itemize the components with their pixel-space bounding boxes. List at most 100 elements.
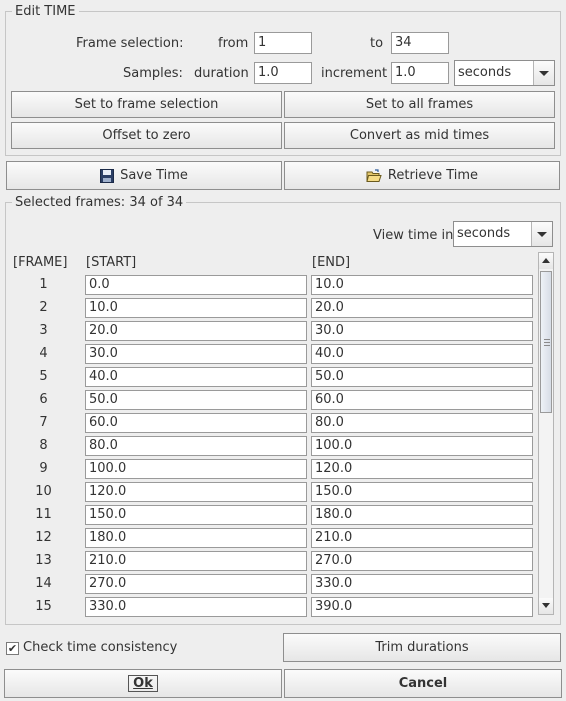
end-time-cell[interactable]: 80.0: [311, 413, 533, 433]
chevron-down-icon[interactable]: [531, 222, 552, 246]
frame-number: 5: [39, 369, 48, 384]
frame-number: 1: [39, 277, 48, 292]
start-time-cell[interactable]: 20.0: [85, 321, 307, 341]
start-time-cell[interactable]: 0.0: [85, 275, 307, 295]
frame-number: 12: [35, 530, 52, 545]
start-time-cell[interactable]: 270.0: [85, 574, 307, 594]
chevron-down-icon[interactable]: [533, 61, 554, 85]
duration-input[interactable]: 1.0: [254, 62, 312, 84]
table-row: 14 270.0 330.0: [6, 573, 536, 596]
table-row: 11 150.0 180.0: [6, 504, 536, 527]
table-row: 3 20.0 30.0: [6, 320, 536, 343]
view-time-select-value: seconds: [457, 226, 511, 241]
increment-label: increment: [321, 66, 388, 81]
start-time-cell[interactable]: 80.0: [85, 436, 307, 456]
view-time-label: View time in: [373, 228, 454, 243]
from-label: from: [218, 36, 249, 51]
table-row: 9 100.0 120.0: [6, 458, 536, 481]
frame-number: 8: [39, 438, 48, 453]
start-time-cell[interactable]: 150.0: [85, 505, 307, 525]
frame-number: 7: [39, 415, 48, 430]
samples-label: Samples:: [123, 66, 183, 81]
end-time-cell[interactable]: 40.0: [311, 344, 533, 364]
frame-number: 4: [39, 346, 48, 361]
scrollbar-thumb[interactable]: [540, 271, 552, 413]
scroll-down-icon[interactable]: [539, 598, 553, 614]
frame-number: 10: [35, 484, 52, 499]
frame-number: 15: [35, 599, 52, 614]
start-time-cell[interactable]: 40.0: [85, 367, 307, 387]
frame-number: 11: [35, 507, 52, 522]
unit-select[interactable]: seconds: [454, 60, 555, 86]
frame-number: 9: [39, 461, 48, 476]
end-time-cell[interactable]: 210.0: [311, 528, 533, 548]
table-row: 8 80.0 100.0: [6, 435, 536, 458]
end-time-cell[interactable]: 10.0: [311, 275, 533, 295]
start-time-cell[interactable]: 330.0: [85, 597, 307, 617]
view-time-select[interactable]: seconds: [453, 221, 553, 247]
end-time-cell[interactable]: 270.0: [311, 551, 533, 571]
column-header-end: [END]: [312, 255, 351, 270]
unit-select-value: seconds: [458, 65, 512, 80]
table-row: 10 120.0 150.0: [6, 481, 536, 504]
ok-button[interactable]: Ok: [4, 669, 282, 698]
set-to-frame-selection-button[interactable]: Set to frame selection: [11, 91, 282, 118]
frame-selection-label: Frame selection:: [76, 36, 184, 51]
scroll-up-icon[interactable]: [539, 253, 553, 269]
end-time-cell[interactable]: 30.0: [311, 321, 533, 341]
end-time-cell[interactable]: 100.0: [311, 436, 533, 456]
end-time-cell[interactable]: 390.0: [311, 597, 533, 617]
table-row: 7 60.0 80.0: [6, 412, 536, 435]
cancel-label: Cancel: [398, 676, 448, 691]
retrieve-time-button[interactable]: Retrieve Time: [284, 161, 560, 190]
table-row: 15 330.0 390.0: [6, 596, 536, 619]
retrieve-time-label: Retrieve Time: [387, 168, 479, 183]
start-time-cell[interactable]: 210.0: [85, 551, 307, 571]
ok-label: Ok: [128, 675, 158, 692]
trim-durations-button[interactable]: Trim durations: [283, 633, 561, 662]
check-time-consistency-checkbox[interactable]: ✔: [6, 642, 19, 655]
frame-number: 2: [39, 300, 48, 315]
start-time-cell[interactable]: 60.0: [85, 413, 307, 433]
start-time-cell[interactable]: 10.0: [85, 298, 307, 318]
convert-as-mid-times-button[interactable]: Convert as mid times: [284, 122, 555, 149]
frame-number: 6: [39, 392, 48, 407]
table-row: 6 50.0 60.0: [6, 389, 536, 412]
edit-time-title: Edit TIME: [15, 4, 76, 19]
start-time-cell[interactable]: 50.0: [85, 390, 307, 410]
duration-label: duration: [194, 66, 249, 81]
frame-number: 3: [39, 323, 48, 338]
save-time-label: Save Time: [120, 168, 188, 183]
frame-number: 14: [35, 576, 52, 591]
save-time-button[interactable]: Save Time: [6, 161, 282, 190]
start-time-cell[interactable]: 30.0: [85, 344, 307, 364]
start-time-cell[interactable]: 100.0: [85, 459, 307, 479]
table-row: 12 180.0 210.0: [6, 527, 536, 550]
end-time-cell[interactable]: 50.0: [311, 367, 533, 387]
from-input[interactable]: 1: [254, 32, 312, 54]
selected-frames-title: Selected frames: 34 of 34: [15, 195, 184, 210]
table-row: 4 30.0 40.0: [6, 343, 536, 366]
end-time-cell[interactable]: 20.0: [311, 298, 533, 318]
open-folder-icon: [366, 168, 382, 182]
end-time-cell[interactable]: 60.0: [311, 390, 533, 410]
to-label: to: [370, 36, 384, 51]
end-time-cell[interactable]: 120.0: [311, 459, 533, 479]
table-row: 2 10.0 20.0: [6, 297, 536, 320]
floppy-disk-icon: [100, 168, 115, 183]
cancel-button[interactable]: Cancel: [284, 669, 562, 698]
offset-to-zero-button[interactable]: Offset to zero: [11, 122, 282, 149]
check-time-consistency-label[interactable]: Check time consistency: [23, 640, 177, 656]
table-row: 13 210.0 270.0: [6, 550, 536, 573]
start-time-cell[interactable]: 180.0: [85, 528, 307, 548]
increment-input[interactable]: 1.0: [391, 62, 449, 84]
set-to-all-frames-button[interactable]: Set to all frames: [284, 91, 555, 118]
frame-number: 13: [35, 553, 52, 568]
to-input[interactable]: 34: [391, 32, 449, 54]
end-time-cell[interactable]: 150.0: [311, 482, 533, 502]
frames-scrollbar[interactable]: [538, 252, 554, 615]
end-time-cell[interactable]: 330.0: [311, 574, 533, 594]
start-time-cell[interactable]: 120.0: [85, 482, 307, 502]
end-time-cell[interactable]: 180.0: [311, 505, 533, 525]
column-header-start: [START]: [86, 255, 137, 270]
